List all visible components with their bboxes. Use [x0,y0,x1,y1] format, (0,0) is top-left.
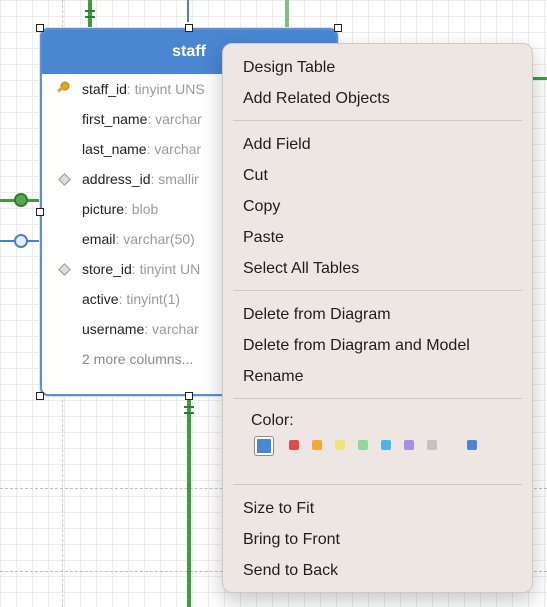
relationship-tick [85,16,95,18]
column-name: store_id [82,261,132,277]
column-type: : varchar [147,111,202,127]
column-name: staff_id [82,81,127,97]
column-name: address_id [82,171,151,187]
column-name: last_name [82,141,147,157]
resize-handle-left[interactable] [36,208,44,216]
color-swatch-yellow[interactable] [335,440,345,450]
relationship-tick [184,412,194,414]
menu-item-add-field[interactable]: Add Field [243,135,311,155]
resize-handle-top-right[interactable] [334,24,342,32]
color-swatch-purple[interactable] [404,440,414,450]
menu-item-bring-to-front[interactable]: Bring to Front [243,530,340,550]
more-columns-label: 2 more columns... [82,351,194,367]
menu-item-delete-from-diagram-and-model[interactable]: Delete from Diagram and Model [243,336,470,356]
resize-handle-bottom[interactable] [185,392,193,400]
color-label: Color: [251,412,294,429]
menu-item-copy[interactable]: Copy [243,197,280,217]
key-icon [57,81,70,93]
column-type: : varchar [144,321,199,337]
menu-item-paste[interactable]: Paste [243,228,284,248]
menu-item-cut[interactable]: Cut [243,166,268,186]
column-type: : blob [124,201,159,217]
resize-handle-top-left[interactable] [36,24,44,32]
foreign-key-icon [58,173,71,186]
menu-item-add-related-objects[interactable]: Add Related Objects [243,89,390,109]
relationship-line[interactable] [285,0,289,28]
column-name: username [82,321,145,337]
menu-item-delete-from-diagram[interactable]: Delete from Diagram [243,305,391,325]
relationship-tick [184,406,194,408]
column-type: : varchar [146,141,202,157]
menu-item-rename[interactable]: Rename [243,367,303,387]
color-swatch-selected[interactable] [254,436,274,456]
relationship-tick [85,10,95,12]
color-swatch-orange[interactable] [312,440,322,450]
relationship-line[interactable] [187,0,189,22]
menu-item-select-all-tables[interactable]: Select All Tables [243,259,359,279]
column-type: : tinyint(1) [118,291,181,307]
relationship-line[interactable] [531,77,547,80]
menu-item-send-to-back[interactable]: Send to Back [243,561,338,581]
column-name: picture [82,201,125,217]
color-swatch-cyan[interactable] [381,440,391,450]
context-menu: Design Table Add Related Objects Add Fie… [222,43,533,593]
column-type: : tinyint UNS [126,81,205,97]
menu-separator [233,290,522,291]
column-name: first_name [82,111,148,127]
color-swatch-gray[interactable] [427,440,437,450]
color-swatch-red[interactable] [289,440,299,450]
relationship-endpoint-icon[interactable] [14,234,28,248]
menu-item-size-to-fit[interactable]: Size to Fit [243,499,314,519]
color-swatch-custom[interactable] [467,440,477,450]
menu-item-design-table[interactable]: Design Table [243,58,335,78]
relationship-endpoint-icon[interactable] [14,193,28,207]
column-type: : varchar(50) [115,231,195,247]
menu-separator [233,120,522,121]
relationship-line[interactable] [187,396,191,607]
column-type: : smallir [150,171,199,187]
resize-handle-top[interactable] [185,24,193,32]
foreign-key-icon [58,263,71,276]
column-name: email [82,231,116,247]
column-name: active [82,291,119,307]
relationship-line[interactable] [88,0,92,28]
column-type: : tinyint UN [131,261,201,277]
menu-separator [233,484,522,485]
color-swatch-green[interactable] [358,440,368,450]
menu-separator [233,398,522,399]
resize-handle-bottom-left[interactable] [36,392,44,400]
